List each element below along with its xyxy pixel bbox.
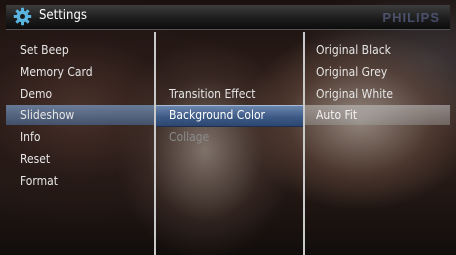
title-bar: Settings PHILIPS — [6, 5, 450, 30]
page-title: Settings — [39, 8, 87, 23]
option-auto-fit[interactable]: Auto Fit — [316, 106, 357, 124]
column-divider-left — [154, 32, 156, 255]
submenu-item-transition-effect[interactable]: Transition Effect — [169, 85, 256, 103]
menu-item-memory-card[interactable]: Memory Card — [20, 63, 93, 81]
brand-logo: PHILIPS — [382, 10, 440, 25]
submenu-item-background-color[interactable]: Background Color — [169, 106, 265, 124]
slideshow-screen: Settings PHILIPS Set Beep Memory Card De… — [0, 0, 456, 255]
column-divider-right — [303, 32, 305, 255]
background-dim-overlay — [0, 0, 456, 255]
submenu-item-collage[interactable]: Collage — [169, 128, 209, 146]
option-original-grey[interactable]: Original Grey — [316, 63, 387, 81]
option-original-black[interactable]: Original Black — [316, 41, 391, 59]
gear-icon — [13, 7, 32, 26]
menu-item-demo[interactable]: Demo — [20, 85, 52, 103]
menu-item-info[interactable]: Info — [20, 128, 40, 146]
menu-item-format[interactable]: Format — [20, 172, 58, 190]
menu-item-set-beep[interactable]: Set Beep — [20, 41, 69, 59]
option-original-white[interactable]: Original White — [316, 85, 393, 103]
menu-item-slideshow[interactable]: Slideshow — [20, 106, 74, 124]
menu-item-reset[interactable]: Reset — [20, 150, 50, 168]
